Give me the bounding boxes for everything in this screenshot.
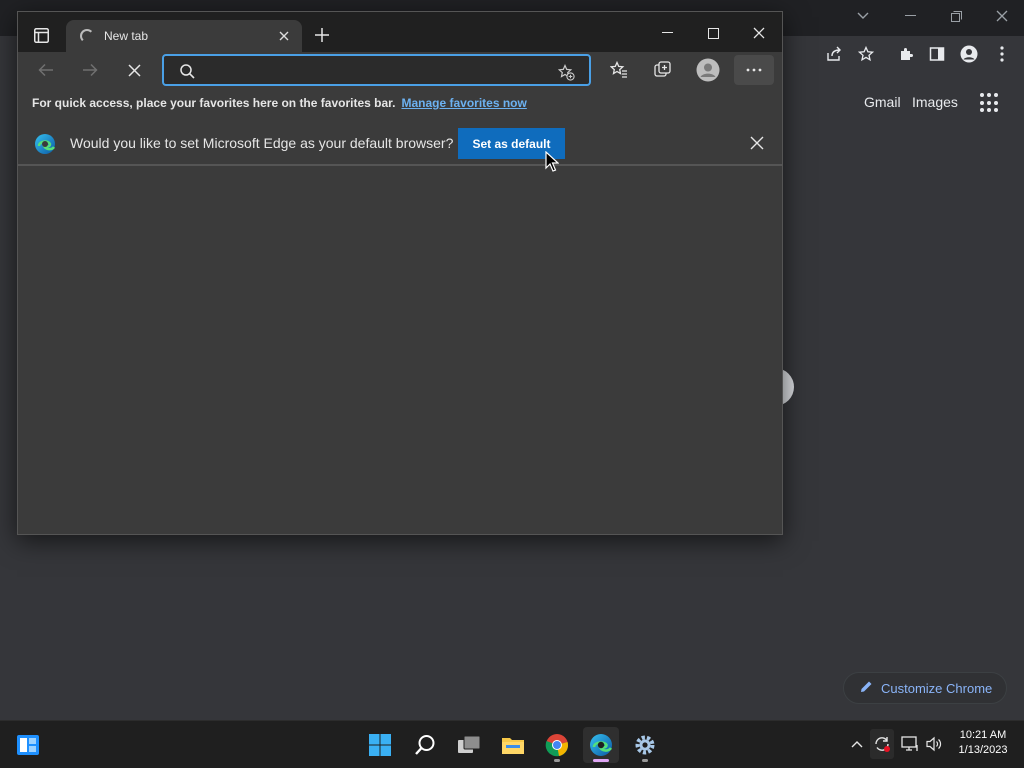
chrome-running-indicator <box>554 759 560 762</box>
new-tab-plus-icon[interactable] <box>311 24 333 46</box>
back-arrow-icon[interactable] <box>34 58 58 82</box>
tab-search-chevron-icon[interactable] <box>853 6 873 26</box>
clock[interactable]: 10:21 AM 1/13/2023 <box>948 728 1018 758</box>
favorites-bar: For quick access, place your favorites h… <box>18 90 782 116</box>
clock-date: 1/13/2023 <box>958 744 1008 756</box>
side-panel-icon[interactable] <box>923 40 951 68</box>
address-bar[interactable] <box>162 54 591 86</box>
chrome-icon[interactable] <box>539 727 575 763</box>
infobar-close-icon[interactable] <box>750 136 766 152</box>
edge-minimize-button[interactable] <box>655 21 679 45</box>
chrome-restore-button[interactable] <box>944 4 968 28</box>
task-view-icon[interactable] <box>451 727 487 763</box>
address-input[interactable] <box>204 60 544 80</box>
favorites-bar-hint: For quick access, place your favorites h… <box>32 96 396 110</box>
collections-icon[interactable] <box>651 58 675 82</box>
default-browser-infobar: Would you like to set Microsoft Edge as … <box>18 120 782 166</box>
volume-icon[interactable] <box>924 734 944 754</box>
infobar-message: Would you like to set Microsoft Edge as … <box>70 135 454 151</box>
tab-title: New tab <box>104 29 149 43</box>
tab-close-icon[interactable] <box>278 29 292 43</box>
customize-chrome-label: Customize Chrome <box>881 680 993 696</box>
loading-spinner-icon <box>80 29 94 43</box>
chrome-close-button[interactable] <box>990 4 1014 28</box>
chrome-menu-icon[interactable] <box>988 40 1016 68</box>
settings-and-more-button[interactable] <box>734 55 774 85</box>
edge-logo-icon <box>34 133 56 155</box>
edge-maximize-button[interactable] <box>701 21 725 45</box>
settings-icon[interactable] <box>627 727 663 763</box>
share-icon[interactable] <box>820 40 848 68</box>
extensions-icon[interactable] <box>892 40 920 68</box>
start-icon[interactable] <box>362 727 398 763</box>
profile-avatar-icon[interactable] <box>695 57 721 83</box>
manage-favorites-link[interactable]: Manage favorites now <box>401 96 526 110</box>
edge-page-content <box>18 168 782 534</box>
search-icon <box>178 62 196 80</box>
favorites-icon[interactable] <box>607 58 631 82</box>
show-hidden-icons-chevron[interactable] <box>847 734 867 754</box>
pencil-icon <box>860 680 873 696</box>
clock-time: 10:21 AM <box>959 729 1007 741</box>
edge-icon[interactable] <box>583 727 619 763</box>
edge-active-indicator <box>593 759 609 762</box>
file-explorer-icon[interactable] <box>495 727 531 763</box>
settings-running-indicator <box>642 759 648 762</box>
chrome-minimize-button[interactable] <box>898 4 922 28</box>
profile-icon[interactable] <box>955 40 983 68</box>
images-link[interactable]: Images <box>912 94 958 110</box>
network-icon[interactable] <box>900 734 920 754</box>
bookmark-star-icon[interactable] <box>852 40 880 68</box>
gmail-link[interactable]: Gmail <box>864 94 901 110</box>
edge-window: New tab For quick access, place your fav… <box>17 11 783 535</box>
customize-chrome-button[interactable]: Customize Chrome <box>843 672 1007 704</box>
widgets-icon[interactable] <box>10 727 46 763</box>
forward-arrow-icon[interactable] <box>78 58 102 82</box>
stop-loading-icon[interactable] <box>122 58 146 82</box>
edge-titlebar: New tab <box>18 12 782 52</box>
search-icon[interactable] <box>407 727 443 763</box>
tab-new-tab[interactable]: New tab <box>66 20 302 52</box>
edge-close-button[interactable] <box>747 21 771 45</box>
tab-actions-icon[interactable] <box>30 24 52 46</box>
sync-icon[interactable] <box>870 729 894 759</box>
add-favorite-icon[interactable] <box>556 62 576 82</box>
google-apps-icon[interactable] <box>980 93 1000 113</box>
mouse-cursor-icon <box>545 150 561 173</box>
